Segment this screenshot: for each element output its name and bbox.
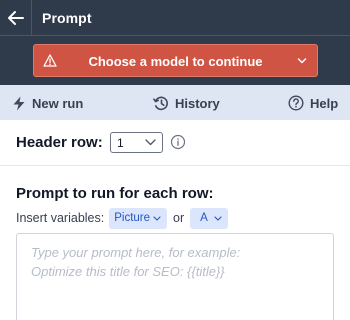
history-button[interactable]: History	[153, 94, 220, 112]
chevron-down-icon	[214, 215, 222, 221]
lightning-icon	[13, 96, 25, 110]
toolbar: New run History Help	[0, 85, 350, 120]
info-icon[interactable]	[170, 134, 186, 150]
page-title: Prompt	[42, 10, 92, 26]
prompt-label: Prompt to run for each row:	[16, 185, 214, 202]
back-arrow-icon	[7, 11, 24, 25]
new-run-button[interactable]: New run	[12, 94, 83, 112]
insert-variables-label: Insert variables:	[16, 211, 105, 225]
header-row-label: Header row:	[16, 134, 103, 151]
prompt-placeholder-line1: Type your prompt here, for example:	[31, 245, 241, 260]
new-run-label: New run	[32, 95, 84, 111]
title-bar: Prompt	[0, 0, 350, 36]
help-circle-icon	[288, 95, 304, 111]
variable-chip-label: A	[200, 212, 208, 224]
chevron-down-icon	[153, 215, 161, 221]
variable-chip-a[interactable]: A	[190, 207, 228, 229]
history-label: History	[175, 95, 220, 111]
header-row-select[interactable]: 1	[110, 132, 163, 153]
prompt-placeholder-line2: Optimize this title for SEO: {{title}}	[31, 264, 225, 279]
top-bar: Prompt Choose a model to continue	[0, 0, 350, 85]
back-button[interactable]	[0, 0, 32, 36]
chevron-down-icon	[297, 58, 307, 64]
header-row-value: 1	[117, 136, 124, 150]
variable-chip-picture[interactable]: Picture	[109, 207, 168, 229]
insert-variables-row: Insert variables: Picture or A	[16, 207, 228, 229]
help-label: Help	[310, 95, 339, 111]
header-row-section: Header row: 1	[0, 120, 350, 166]
chevron-down-icon	[145, 139, 156, 146]
prompt-textarea[interactable]: Type your prompt here, for example: Opti…	[16, 233, 334, 320]
history-icon	[153, 96, 168, 110]
variable-chip-label: Picture	[114, 212, 151, 224]
or-text: or	[173, 211, 185, 225]
model-warning-text: Choose a model to continue	[88, 54, 263, 69]
help-button[interactable]: Help	[288, 94, 338, 112]
model-warning-button[interactable]: Choose a model to continue	[33, 44, 318, 77]
